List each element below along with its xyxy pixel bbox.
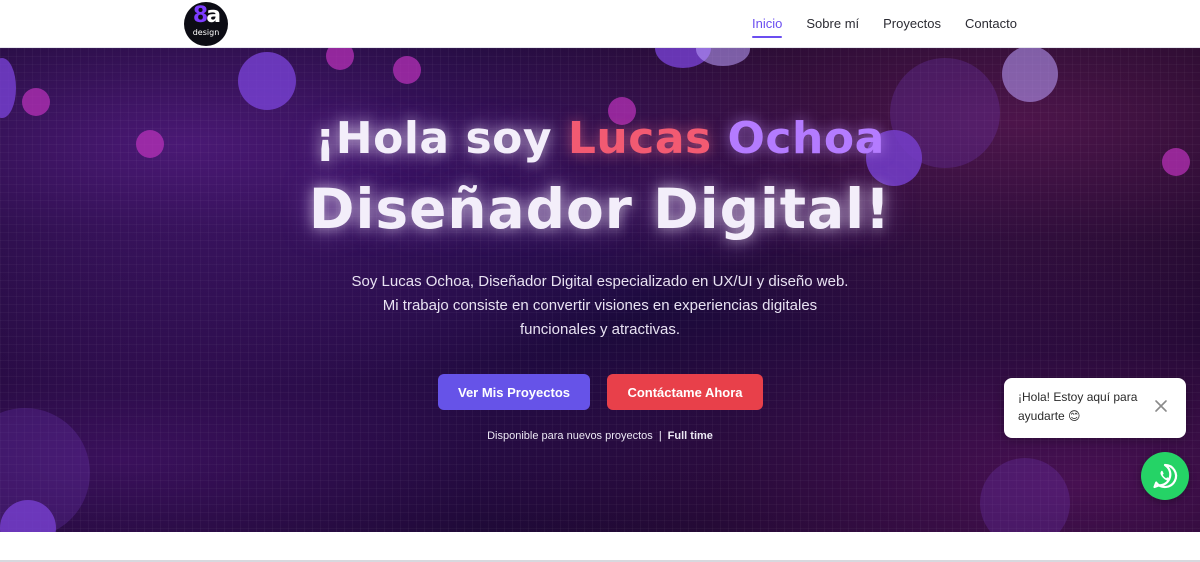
bokeh-bubble [1002, 48, 1058, 102]
nav-item-sobre-mi[interactable]: Sobre mí [806, 0, 859, 48]
hero-title-prefix: ¡Hola soy [315, 113, 568, 164]
availability-type: Full time [667, 430, 713, 442]
hero-description: Soy Lucas Ochoa, Diseñador Digital espec… [351, 273, 849, 338]
navbar: 8a design Inicio Sobre mí Proyectos Cont… [0, 0, 1200, 48]
availability-text: Disponible para nuevos proyectos [487, 430, 653, 442]
logo[interactable]: 8a design [184, 2, 228, 46]
logo-mark: 8a [192, 3, 221, 28]
hero-name-first: Lucas [567, 113, 712, 164]
hero-title-line2: Diseñador Digital! [308, 177, 892, 241]
chat-greeting-text: ¡Hola! Estoy aquí para ayudarte 😊 [1018, 390, 1138, 423]
hero-section: ¡Hola soy Lucas Ochoa Diseñador Digital!… [0, 48, 1200, 532]
availability-separator: | [658, 430, 662, 442]
nav-menu: Inicio Sobre mí Proyectos Contacto [728, 0, 1017, 48]
bokeh-bubble [238, 52, 296, 110]
whatsapp-icon [1153, 463, 1178, 489]
nav-item-inicio[interactable]: Inicio [752, 0, 783, 48]
nav-item-proyectos[interactable]: Proyectos [883, 0, 941, 48]
view-projects-button[interactable]: Ver Mis Proyectos [438, 374, 590, 410]
hero-title-line1: ¡Hola soy Lucas Ochoa [0, 110, 1200, 168]
bokeh-bubble [393, 56, 421, 84]
whatsapp-button[interactable] [1141, 452, 1189, 500]
next-section-strip [0, 532, 1200, 562]
nav-item-contacto[interactable]: Contacto [965, 0, 1017, 48]
close-icon[interactable] [1154, 399, 1168, 413]
hero-title: ¡Hola soy Lucas Ochoa Diseñador Digital! [0, 110, 1200, 250]
chat-greeting-bubble[interactable]: ¡Hola! Estoy aquí para ayudarte 😊 [1004, 378, 1186, 438]
contact-now-button[interactable]: Contáctame Ahora [607, 374, 763, 410]
hero-name-last: Ochoa [727, 113, 885, 164]
logo-subtitle: design [192, 28, 220, 37]
